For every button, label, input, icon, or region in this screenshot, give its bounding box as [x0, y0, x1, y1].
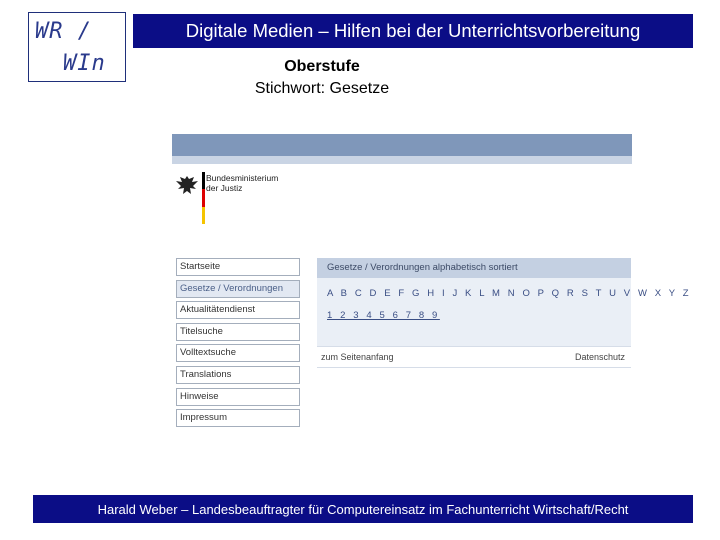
ministry-line-1: Bundesministerium [206, 173, 279, 183]
digit-links[interactable]: 1 2 3 4 5 6 7 8 9 [327, 310, 440, 321]
privacy-link[interactable]: Datenschutz [575, 347, 625, 367]
website-screenshot: Bundesministerium der Justiz Startseite … [172, 134, 689, 434]
alphabet-links[interactable]: A B C D E F G H I J K L M N O P Q R S T … [327, 288, 691, 299]
ministry-line-2: der Justiz [206, 183, 243, 193]
subtitle: Oberstufe [284, 58, 360, 75]
federal-eagle-icon [176, 176, 198, 194]
nav-item-hinweise[interactable]: Hinweise [176, 387, 300, 406]
page-title: Digitale Medien – Hilfen bei der Unterri… [185, 20, 641, 41]
nav-item-titelsuche[interactable]: Titelsuche [176, 322, 300, 341]
footer-bar: Harald Weber – Landesbeauftragter für Co… [33, 495, 693, 523]
nav-item-translations[interactable]: Translations [176, 365, 300, 384]
to-top-link[interactable]: zum Seitenanfang [321, 347, 394, 367]
site-bottom-nav: zum Seitenanfang Datenschutz [317, 346, 631, 368]
nav-item-startseite[interactable]: Startseite [176, 258, 300, 276]
footer-text: Harald Weber – Landesbeauftragter für Co… [97, 501, 629, 517]
site-sub-bar [172, 156, 632, 164]
ministry-name: Bundesministerium der Justiz [206, 173, 278, 193]
logo-line-2: WIn [63, 51, 106, 76]
german-flag-stripe [202, 172, 205, 224]
title-bar: Digitale Medien – Hilfen bei der Unterri… [133, 14, 693, 48]
site-nav: Startseite Gesetze / Verordnungen Aktual… [176, 258, 300, 431]
nav-item-aktualitaetendienst[interactable]: Aktualitätendienst [176, 301, 300, 320]
subtitle-block: Oberstufe Stichwort: Gesetze [180, 56, 464, 100]
panel-title: Gesetze / Verordnungen alphabetisch sort… [317, 258, 631, 278]
logo-line-1: WR / [35, 19, 92, 44]
nav-item-gesetze[interactable]: Gesetze / Verordnungen [176, 279, 300, 298]
keyword: Stichwort: Gesetze [254, 80, 390, 97]
wr-win-logo: WR / WIn [28, 12, 126, 82]
nav-item-impressum[interactable]: Impressum [176, 409, 300, 428]
site-top-bar [172, 134, 632, 156]
nav-item-volltextsuche[interactable]: Volltextsuche [176, 344, 300, 363]
